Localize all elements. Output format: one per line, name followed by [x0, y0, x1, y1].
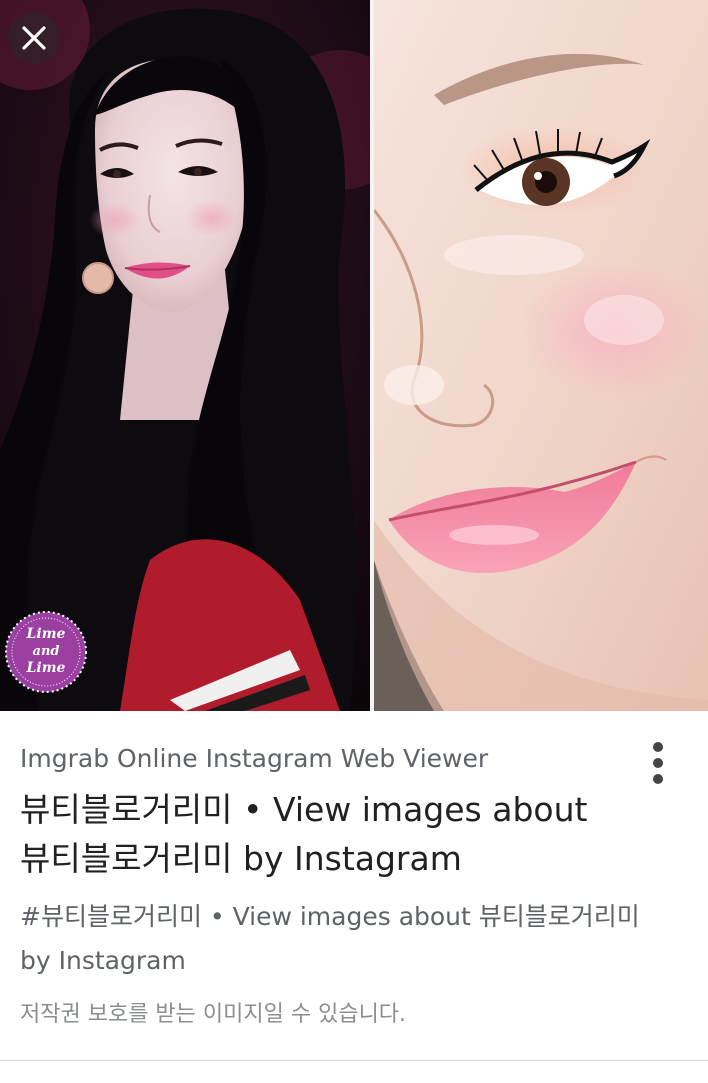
- result-title-line1: 뷰티블로거리미 • View images about: [20, 790, 588, 829]
- right-photo: [374, 0, 708, 711]
- watermark-line2: and: [33, 644, 60, 659]
- result-info-panel: Imgrab Online Instagram Web Viewer 뷰티블로거…: [0, 711, 708, 1083]
- left-photo-illustration: [0, 0, 370, 711]
- left-photo: Lime and Lime: [0, 0, 370, 711]
- result-description: #뷰티블로거리미 • View images about 뷰티블로거리미 by …: [20, 895, 690, 983]
- more-vert-icon-dot-3: [653, 774, 663, 784]
- result-title-line2: 뷰티블로거리미 by Instagram: [20, 839, 462, 878]
- right-photo-illustration: [374, 0, 708, 711]
- bottom-divider: [0, 1060, 708, 1061]
- watermark-line1: Lime: [26, 626, 66, 642]
- close-button[interactable]: [8, 12, 60, 64]
- image-preview[interactable]: Lime and Lime: [0, 0, 708, 711]
- copyright-notice: 저작권 보호를 받는 이미지일 수 있습니다.: [20, 1002, 407, 1027]
- more-vert-icon-dot-1: [653, 742, 663, 752]
- result-description-line2: by Instagram: [20, 946, 186, 975]
- source-site-label[interactable]: Imgrab Online Instagram Web Viewer: [20, 744, 488, 773]
- watermark-line3: Lime: [26, 660, 66, 676]
- more-vert-icon-dot-2: [653, 758, 663, 768]
- result-description-line1: #뷰티블로거리미 • View images about 뷰티블로거리미: [20, 902, 640, 931]
- close-icon: [22, 26, 46, 50]
- watermark-logo: Lime and Lime: [4, 610, 88, 694]
- watermark-badge: Lime and Lime: [5, 611, 87, 693]
- more-options-button[interactable]: [636, 739, 680, 787]
- result-title-link[interactable]: 뷰티블로거리미 • View images about 뷰티블로거리미 by I…: [20, 785, 660, 883]
